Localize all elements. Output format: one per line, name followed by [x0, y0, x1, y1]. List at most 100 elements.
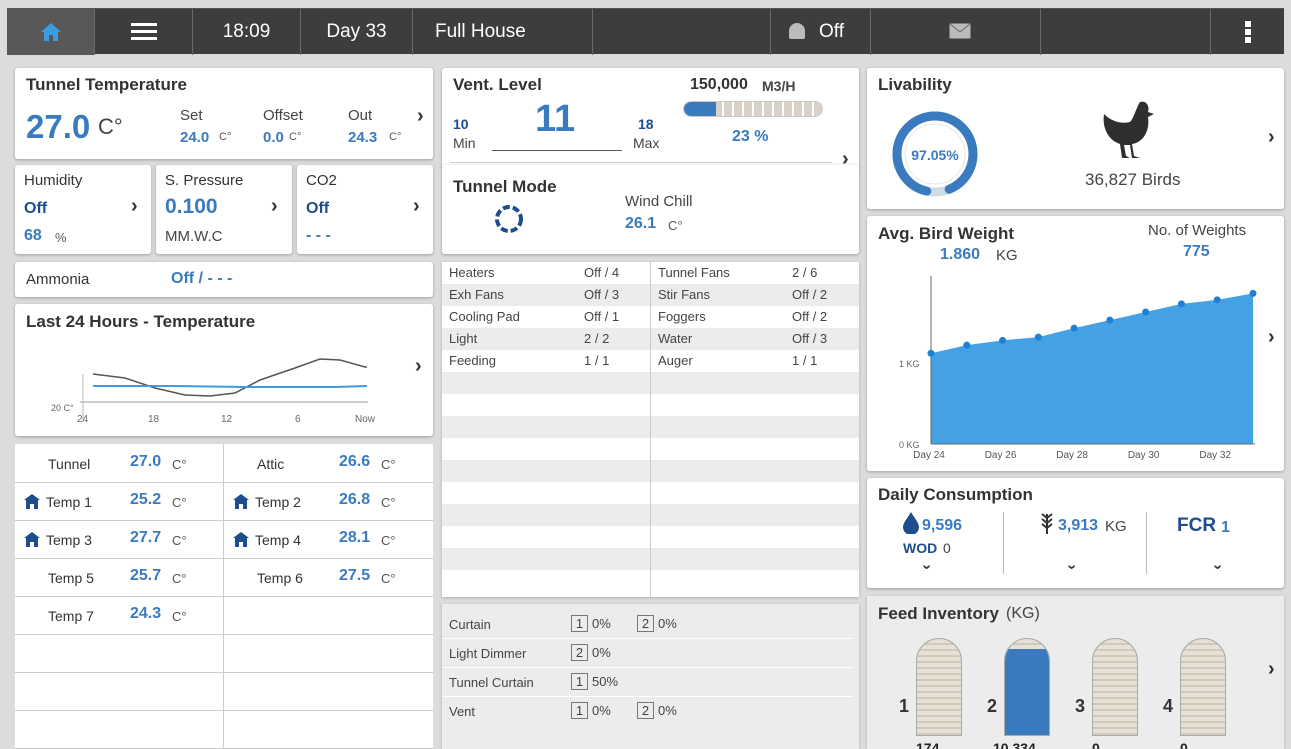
sensor-cell[interactable]: Temp 3 27.7 C°: [15, 520, 223, 558]
device-value: 2 / 2: [584, 331, 610, 346]
weight-x-tick: Day 30: [1128, 450, 1160, 461]
alarm-button[interactable]: Off: [771, 9, 871, 55]
vent-level-card[interactable]: Vent. Level 11 10 Min 18 Max 150,000 M3/…: [442, 68, 859, 170]
home-icon: [40, 23, 61, 41]
tunnel-mode-card[interactable]: Tunnel Mode Wind Chill 26.1 C°: [442, 165, 859, 254]
set-label: Set: [180, 107, 203, 124]
weight-unit: KG: [996, 247, 1018, 264]
chevron-right-icon[interactable]: ›: [1268, 658, 1275, 681]
airflow-value: 150,000: [690, 76, 748, 93]
silo[interactable]: 4 0: [1163, 638, 1251, 749]
silo[interactable]: 1 174: [899, 638, 987, 749]
output-number-box: 2: [571, 644, 588, 661]
chevron-right-icon[interactable]: ›: [1268, 126, 1275, 149]
chevron-right-icon[interactable]: ›: [271, 195, 278, 218]
sensor-cell[interactable]: Temp 6 27.5 C°: [224, 558, 432, 596]
analog-name: Curtain: [449, 617, 491, 632]
silo[interactable]: 2 10,334: [987, 638, 1075, 749]
silo-amount: 10,334: [993, 740, 1036, 749]
tunnel-temperature-card[interactable]: Tunnel Temperature 27.0 C° Set 24.0 C° O…: [15, 68, 433, 159]
home-button[interactable]: [7, 9, 95, 55]
ammonia-card[interactable]: Ammonia Off / - - -: [15, 262, 433, 297]
co2-card[interactable]: CO2 Off - - - ›: [297, 165, 433, 254]
device-value: Off / 3: [792, 331, 828, 346]
device-name: Light: [449, 331, 478, 346]
output-percent: 0%: [658, 703, 677, 718]
sensor-cell[interactable]: Attic 26.6 C°: [224, 444, 432, 482]
weight-y-tick: 0 KG: [899, 440, 920, 450]
silo-fill: [1005, 648, 1049, 735]
chevron-right-icon[interactable]: ›: [415, 355, 422, 378]
wheat-icon: [1041, 513, 1053, 534]
chevron-right-icon[interactable]: ›: [413, 195, 420, 218]
device-name: Stir Fans: [658, 287, 711, 302]
top-bar: 18:09 Day 33 Full House Off: [7, 8, 1284, 55]
chevron-right-icon[interactable]: ›: [417, 105, 424, 128]
weight-title: Avg. Bird Weight: [878, 224, 1014, 243]
analog-row[interactable]: Light Dimmer 2 0%: [442, 639, 852, 668]
sensor-cell[interactable]: Temp 4 28.1 C°: [224, 520, 432, 558]
analog-row[interactable]: Vent 1 0% 2 0%: [442, 697, 852, 726]
last24-chart: 20 C° 24 18 12 6 Now: [51, 358, 376, 425]
set-value: 24.0: [180, 129, 210, 146]
analog-row[interactable]: Curtain 1 0% 2 0%: [442, 610, 852, 639]
menu-icon: [130, 23, 157, 40]
sensor-value: 24.3: [130, 605, 162, 622]
house-icon: [233, 494, 249, 509]
last24-tick: Now: [355, 414, 376, 425]
out-label: Out: [348, 107, 373, 124]
output-percent: 0%: [592, 616, 611, 631]
chevron-down-icon[interactable]: ›: [1209, 564, 1227, 569]
sensor-name: Attic: [257, 456, 285, 472]
silo-tank: [916, 638, 962, 736]
weight-point: [963, 341, 971, 349]
weight-point: [1213, 296, 1221, 304]
humidity-value: 68: [24, 227, 42, 244]
silo-tank: [1092, 638, 1138, 736]
chevron-right-icon[interactable]: ›: [131, 195, 138, 218]
device-value: 1 / 1: [792, 353, 818, 368]
menu-button[interactable]: [95, 9, 193, 55]
airflow-bar: [683, 101, 823, 117]
bird-count: 36,827 Birds: [1085, 170, 1181, 189]
analog-row[interactable]: Tunnel Curtain 1 50%: [442, 668, 852, 697]
alarm-status: Off: [819, 21, 844, 42]
offset-label: Offset: [263, 107, 303, 124]
messages-button[interactable]: [871, 9, 1041, 55]
feed-inventory-card[interactable]: Feed Inventory (KG) 1 174 2 10,334 3 0 4…: [867, 596, 1284, 749]
weight-point: [1034, 333, 1042, 341]
water-drop-icon: [903, 512, 919, 534]
weight-point: [999, 336, 1007, 344]
sensor-cell[interactable]: Tunnel 27.0 C°: [15, 444, 223, 482]
weight-x-tick: Day 32: [1199, 450, 1231, 461]
house-icon: [24, 532, 40, 547]
livability-card[interactable]: Livability 97.05% 36,827 Birds ›: [867, 68, 1284, 209]
silo[interactable]: 3 0: [1075, 638, 1163, 749]
envelope-icon: [949, 23, 971, 39]
sensor-cell[interactable]: Temp 2 26.8 C°: [224, 482, 432, 520]
output-percent: 0%: [592, 645, 611, 660]
silo-amount: 0: [1180, 740, 1188, 749]
weight-y-tick: 1 KG: [899, 359, 920, 369]
feed-value: 3,913: [1058, 517, 1099, 534]
chevron-right-icon[interactable]: ›: [1268, 326, 1275, 349]
more-options-button[interactable]: [1211, 9, 1284, 55]
daily-consumption-card[interactable]: Daily Consumption 9,596 WOD 0 › 3,913 KG…: [867, 478, 1284, 588]
sensor-cell[interactable]: Temp 5 25.7 C°: [15, 558, 223, 596]
last-24-hours-card[interactable]: Last 24 Hours - Temperature 20 C° 24 18 …: [15, 304, 433, 436]
avg-bird-weight-card[interactable]: Avg. Bird Weight 1.860 KG No. of Weights…: [867, 216, 1284, 471]
chevron-down-icon[interactable]: ›: [918, 564, 936, 569]
static-pressure-card[interactable]: S. Pressure 0.100 MM.W.C ›: [156, 165, 292, 254]
last24-y-label: 20 C°: [51, 403, 74, 413]
sensor-cell[interactable]: Temp 1 25.2 C°: [15, 482, 223, 520]
humidity-status: Off: [24, 200, 48, 217]
chevron-down-icon[interactable]: ›: [1063, 564, 1081, 569]
sensor-cell[interactable]: Temp 7 24.3 C°: [15, 596, 223, 634]
sensor-value: 25.7: [130, 567, 162, 584]
humidity-card[interactable]: Humidity Off 68 % ›: [15, 165, 151, 254]
livability-percent: 97.05%: [911, 147, 959, 163]
vent-max-label: Max: [633, 135, 660, 151]
vent-title: Vent. Level: [453, 75, 542, 94]
output-percent: 50%: [592, 674, 619, 689]
sensor-name: Temp 5: [48, 570, 94, 586]
